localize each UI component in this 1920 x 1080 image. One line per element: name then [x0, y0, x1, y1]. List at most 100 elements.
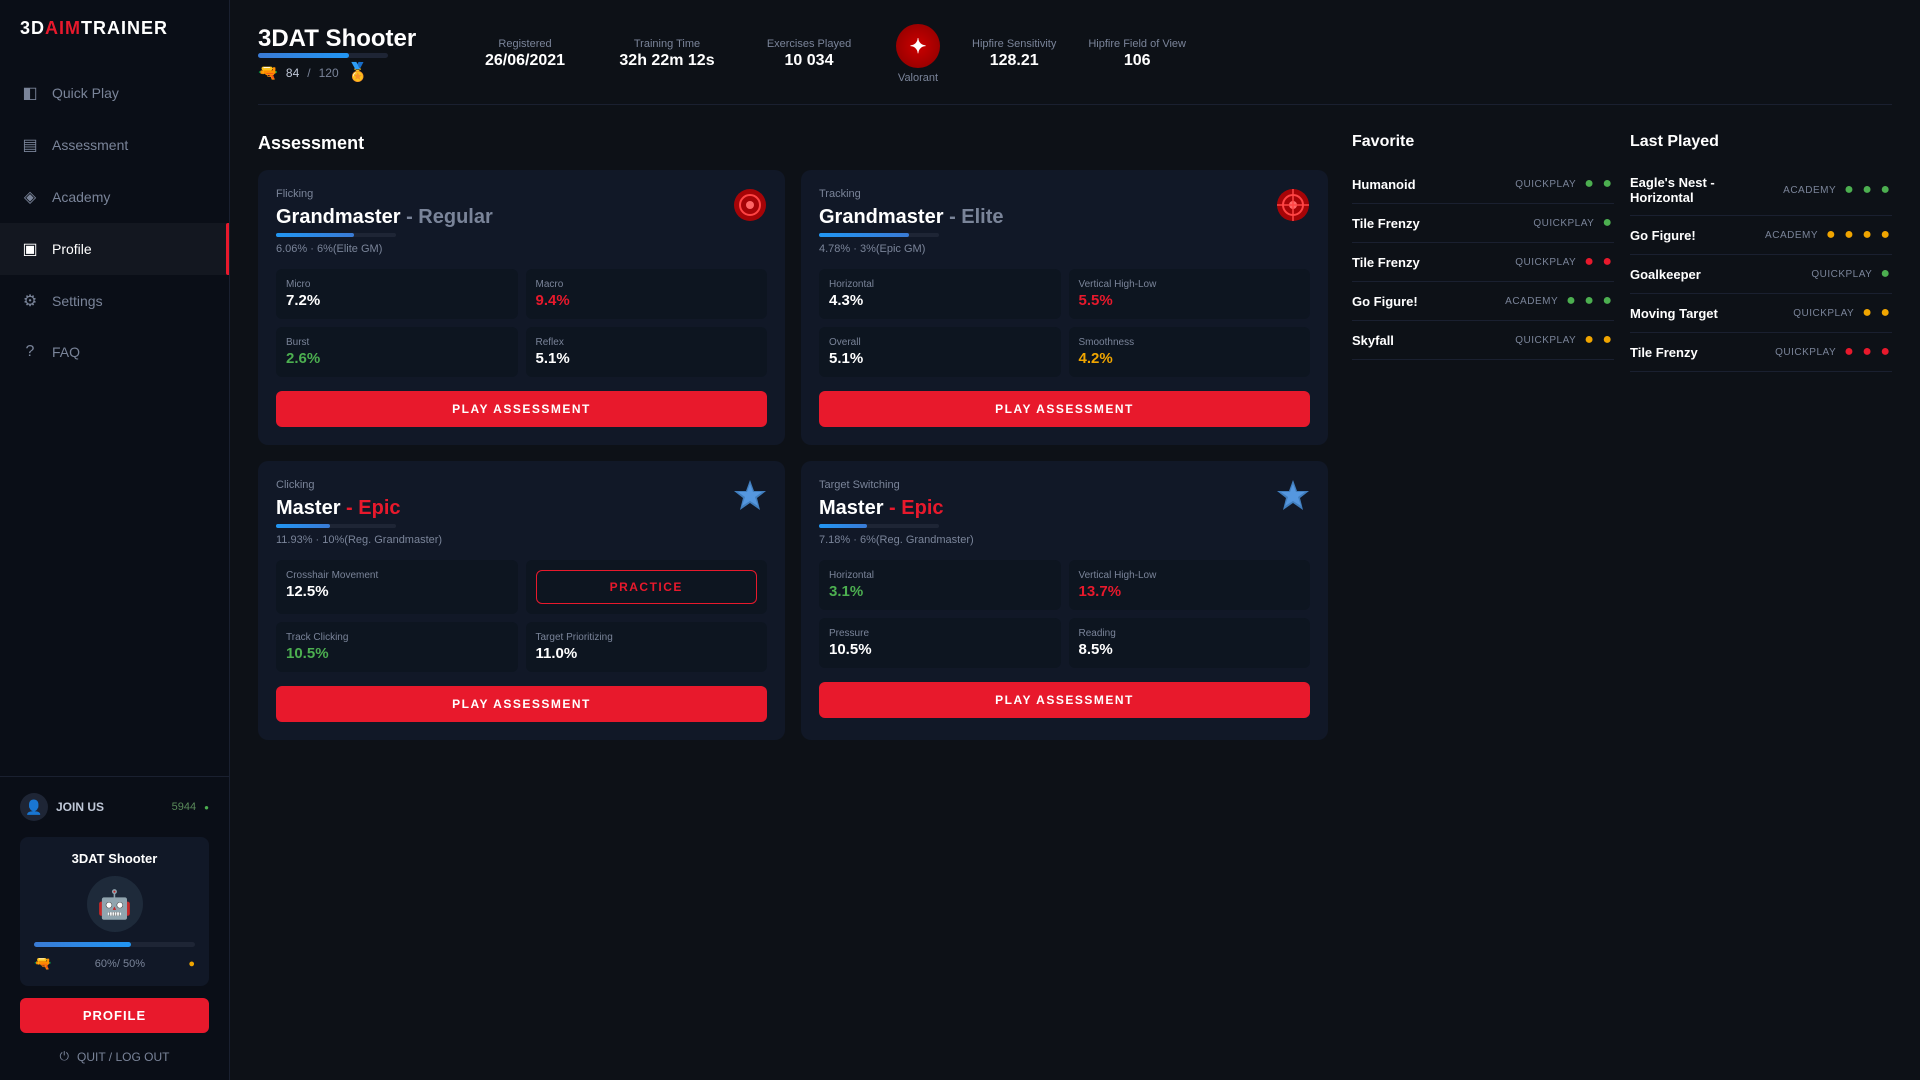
- stat-exercises: Exercises Played 10 034: [754, 38, 864, 70]
- stats-grid: Horizontal 3.1% Vertical High-Low 13.7% …: [819, 560, 1310, 668]
- stat-label: Reflex: [536, 337, 758, 348]
- logo-aim: AIM: [45, 18, 81, 38]
- last-played-item-tile-frenzy[interactable]: Tile Frenzy QUICKPLAY ● ● ●: [1630, 333, 1892, 372]
- rank-name: Master: [819, 497, 883, 519]
- play-assessment-button-tracking[interactable]: PLAY ASSESSMENT: [819, 391, 1310, 427]
- content-area: Assessment Flicking Grandmaster - Regula…: [258, 133, 1892, 740]
- fav-name: Tile Frenzy: [1352, 216, 1525, 231]
- stat-value: 11.0%: [536, 645, 758, 662]
- favorite-item-tile-frenzy-1[interactable]: Tile Frenzy QUICKPLAY ●: [1352, 204, 1614, 243]
- stats-grid: Micro 7.2% Macro 9.4% Burst 2.6% Refle: [276, 269, 767, 377]
- level-max-val: 120: [319, 66, 339, 80]
- sidebar-item-label: Settings: [52, 293, 103, 309]
- play-assessment-button-target-switching[interactable]: PLAY ASSESSMENT: [819, 682, 1310, 718]
- stat-value: 5.1%: [829, 350, 1051, 367]
- dots-icon: ● ● ●: [1844, 181, 1892, 199]
- play-assessment-button-flicking[interactable]: PLAY ASSESSMENT: [276, 391, 767, 427]
- last-name: Goalkeeper: [1630, 267, 1803, 282]
- favorite-item-tile-frenzy-2[interactable]: Tile Frenzy QUICKPLAY ● ●: [1352, 243, 1614, 282]
- sidebar-item-label: Academy: [52, 189, 110, 205]
- rank-name: Grandmaster: [276, 206, 401, 228]
- sidebar-item-label: Quick Play: [52, 85, 119, 101]
- stat-reflex: Reflex 5.1%: [526, 327, 768, 377]
- header-title: 3DAT Shooter 🔫 84 / 120 🏅: [258, 25, 438, 83]
- fav-tag: ACADEMY: [1505, 296, 1558, 307]
- sidebar-item-assessment[interactable]: ▤ Assessment: [0, 119, 229, 171]
- rank-tier: - Regular: [406, 206, 493, 228]
- join-us-avatar: 👤: [20, 793, 48, 821]
- assess-badge: [731, 477, 769, 515]
- training-value: 32h 22m 12s: [619, 52, 714, 70]
- last-name: Moving Target: [1630, 306, 1785, 321]
- stat-track-clicking: Track Clicking 10.5%: [276, 622, 518, 672]
- favorite-item-skyfall[interactable]: Skyfall QUICKPLAY ● ●: [1352, 321, 1614, 360]
- stat-burst: Burst 2.6%: [276, 327, 518, 377]
- stat-pressure: Pressure 10.5%: [819, 618, 1061, 668]
- favorite-item-humanoid[interactable]: Humanoid QUICKPLAY ● ●: [1352, 165, 1614, 204]
- assess-rank: Master - Epic: [276, 497, 767, 520]
- stat-label: Vertical High-Low: [1079, 279, 1301, 290]
- play-assessment-button-clicking[interactable]: PLAY ASSESSMENT: [276, 686, 767, 722]
- assess-type: Target Switching: [819, 479, 1310, 491]
- assessment-card-clicking: Clicking Master - Epic 11.93% · 10%(Reg.…: [258, 461, 785, 740]
- sidebar-item-quick-play[interactable]: ◧ Quick Play: [0, 67, 229, 119]
- rank-name: Grandmaster: [819, 206, 944, 228]
- hipfire-fov-value: 106: [1124, 52, 1151, 70]
- join-us-row: 👤 JOIN US 5944 ●: [20, 793, 209, 821]
- fav-name: Tile Frenzy: [1352, 255, 1507, 270]
- rank-name: Master: [276, 497, 340, 519]
- stats-grid: Crosshair Movement 12.5% PRACTICE Track …: [276, 560, 767, 672]
- profile-icon: ▣: [20, 239, 40, 259]
- profile-button[interactable]: PROFILE: [20, 998, 209, 1033]
- game-name: Valorant: [898, 72, 938, 84]
- stat-label: Vertical High-Low: [1079, 570, 1301, 581]
- level-shield-icon: 🔫: [258, 63, 278, 83]
- assess-type: Tracking: [819, 188, 1310, 200]
- sidebar-item-faq[interactable]: ? FAQ: [0, 327, 229, 377]
- sidebar: 3DAIMTRAINER ◧ Quick Play ▤ Assessment ◈…: [0, 0, 230, 1080]
- last-played-item-go-figure[interactable]: Go Figure! ACADEMY ● ● ● ●: [1630, 216, 1892, 255]
- last-played-item-eagles-nest[interactable]: Eagle's Nest - Horizontal ACADEMY ● ● ●: [1630, 165, 1892, 216]
- stat-label: Macro: [536, 279, 758, 290]
- assessment-title: Assessment: [258, 133, 1328, 154]
- stat-value: 2.6%: [286, 350, 508, 367]
- join-us-count: 5944: [172, 801, 196, 813]
- last-played-item-moving-target[interactable]: Moving Target QUICKPLAY ● ●: [1630, 294, 1892, 333]
- sidebar-item-profile[interactable]: ▣ Profile: [0, 223, 229, 275]
- hipfire-fov-label: Hipfire Field of View: [1088, 38, 1186, 50]
- stat-micro: Micro 7.2%: [276, 269, 518, 319]
- hipfire-sensitivity-block: Hipfire Sensitivity 128.21: [972, 38, 1056, 70]
- assess-badge: [1274, 186, 1312, 224]
- level-bar-bg: [258, 53, 388, 58]
- stat-label: Overall: [829, 337, 1051, 348]
- favorite-item-go-figure[interactable]: Go Figure! ACADEMY ● ● ●: [1352, 282, 1614, 321]
- stat-value: 13.7%: [1079, 583, 1301, 600]
- logo-trainer: TRAINER: [81, 18, 168, 38]
- last-played-item-goalkeeper[interactable]: Goalkeeper QUICKPLAY ●: [1630, 255, 1892, 294]
- stat-value: 4.3%: [829, 292, 1051, 309]
- stat-horizontal: Horizontal 3.1%: [819, 560, 1061, 610]
- assess-type: Clicking: [276, 479, 767, 491]
- stat-label: Target Prioritizing: [536, 632, 758, 643]
- last-name: Eagle's Nest - Horizontal: [1630, 175, 1775, 205]
- profile-stats-row: 🔫 60%/ 50% ●: [34, 955, 195, 972]
- assess-rank: Grandmaster - Regular: [276, 206, 767, 229]
- practice-button[interactable]: PRACTICE: [536, 570, 758, 604]
- sidebar-item-academy[interactable]: ◈ Academy: [0, 171, 229, 223]
- level-current: 84: [286, 66, 299, 80]
- dots-icon: ●: [1602, 214, 1614, 232]
- fav-name: Humanoid: [1352, 177, 1507, 192]
- sidebar-bottom: 👤 JOIN US 5944 ● 3DAT Shooter 🤖 🔫 60%/ 5…: [0, 776, 229, 1080]
- main-content: 3DAT Shooter 🔫 84 / 120 🏅 Registered 26/…: [230, 0, 1920, 1080]
- assess-progress-bar: [819, 524, 939, 528]
- faq-icon: ?: [20, 343, 40, 361]
- training-label: Training Time: [634, 38, 700, 50]
- dots-icon: ● ●: [1584, 331, 1614, 349]
- stat-value: 12.5%: [286, 583, 508, 600]
- avatar: 🤖: [87, 876, 143, 932]
- level-fraction: 60%/ 50%: [95, 958, 145, 970]
- assess-progress-fill: [276, 233, 354, 237]
- last-tag: ACADEMY: [1765, 230, 1818, 241]
- quit-logout-button[interactable]: ⏻ QUIT / LOG OUT: [20, 1043, 209, 1064]
- sidebar-item-settings[interactable]: ⚙ Settings: [0, 275, 229, 327]
